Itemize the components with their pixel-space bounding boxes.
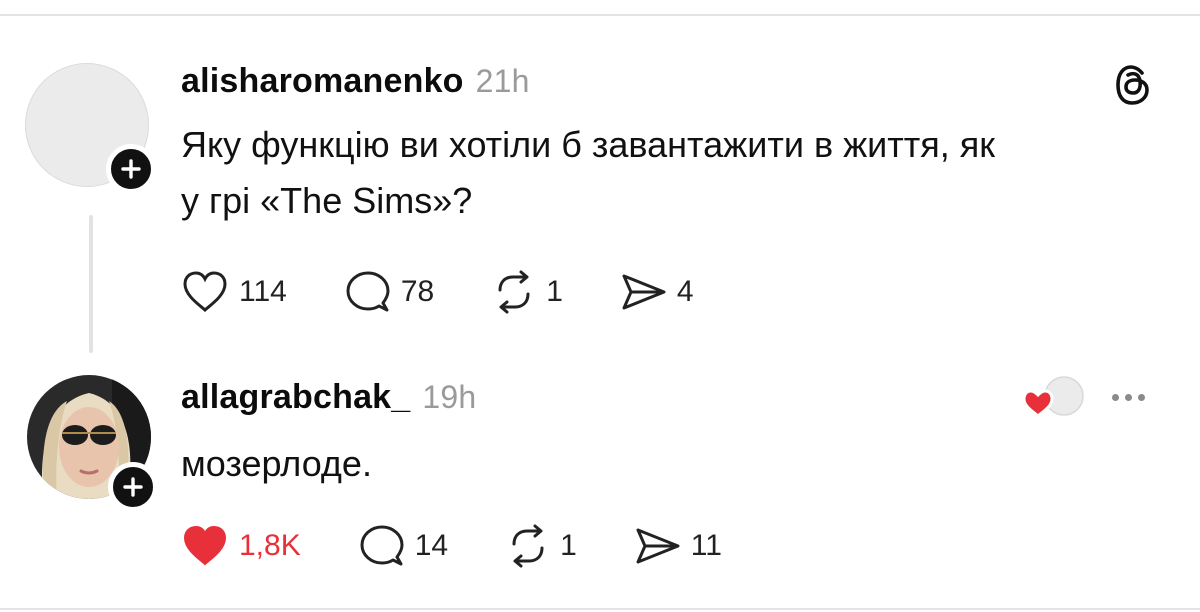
post-share-button[interactable]: 4 [621, 272, 694, 312]
reply-timestamp: 19h [422, 379, 477, 415]
reply-share-count: 11 [690, 529, 722, 562]
comment-bubble-icon [360, 525, 404, 566]
post-text-line-1: Яку функцію ви хотіли б завантажити в жи… [181, 124, 995, 165]
repost-icon [512, 524, 544, 568]
post-text-line-2: у грі «The Sims»? [181, 180, 473, 221]
reply-text: мозерлоде. [181, 443, 372, 484]
top-divider [0, 14, 1200, 16]
comment-bubble-icon [346, 271, 390, 312]
post-reply-count: 78 [400, 275, 435, 308]
post-text: Яку функцію ви хотіли б завантажити в жи… [181, 117, 1171, 229]
reply-like-count: 1,8K [239, 529, 301, 562]
post-share-count: 4 [676, 275, 694, 308]
more-options-icon[interactable] [1112, 394, 1145, 401]
reply-author-line: allagrabchak_ 19h [181, 378, 476, 417]
reply-repost-button[interactable]: 1 [506, 524, 577, 568]
heart-filled-icon [183, 525, 227, 566]
author-liked-indicator [1022, 374, 1084, 419]
post-repost-count: 1 [546, 275, 563, 308]
thread-connector-line [89, 215, 93, 353]
post-repost-button[interactable]: 1 [492, 270, 563, 314]
post-reply-button[interactable]: 78 [345, 270, 434, 314]
reply-repost-count: 1 [560, 529, 577, 562]
reply-follow-button[interactable] [108, 462, 158, 512]
reply-actions: 1,8K 14 1 11 [181, 524, 780, 568]
plus-icon [123, 477, 143, 497]
post-timestamp: 21h [475, 63, 530, 99]
reply-reply-count: 14 [414, 529, 449, 562]
reply-like-button[interactable]: 1,8K [181, 524, 301, 568]
reply-share-button[interactable]: 11 [635, 526, 722, 566]
reply-reply-button[interactable]: 14 [359, 524, 448, 568]
plus-icon [121, 159, 141, 179]
post-like-button[interactable]: 114 [181, 270, 287, 314]
threads-logo-icon[interactable] [1114, 64, 1152, 106]
author-liked-heart-icon [1022, 376, 1084, 419]
post-actions: 114 78 1 4 [181, 270, 752, 314]
post-like-count: 114 [239, 275, 287, 308]
post-follow-button[interactable] [106, 144, 156, 194]
reply-username[interactable]: allagrabchak_ [181, 378, 410, 416]
post-author-line: alisharomanenko 21h [181, 62, 530, 101]
repost-icon [498, 270, 530, 314]
heart-outline-icon [183, 271, 227, 313]
post-username[interactable]: alisharomanenko [181, 62, 464, 100]
send-icon [622, 274, 666, 310]
send-icon [636, 528, 680, 564]
bottom-divider [0, 608, 1200, 610]
